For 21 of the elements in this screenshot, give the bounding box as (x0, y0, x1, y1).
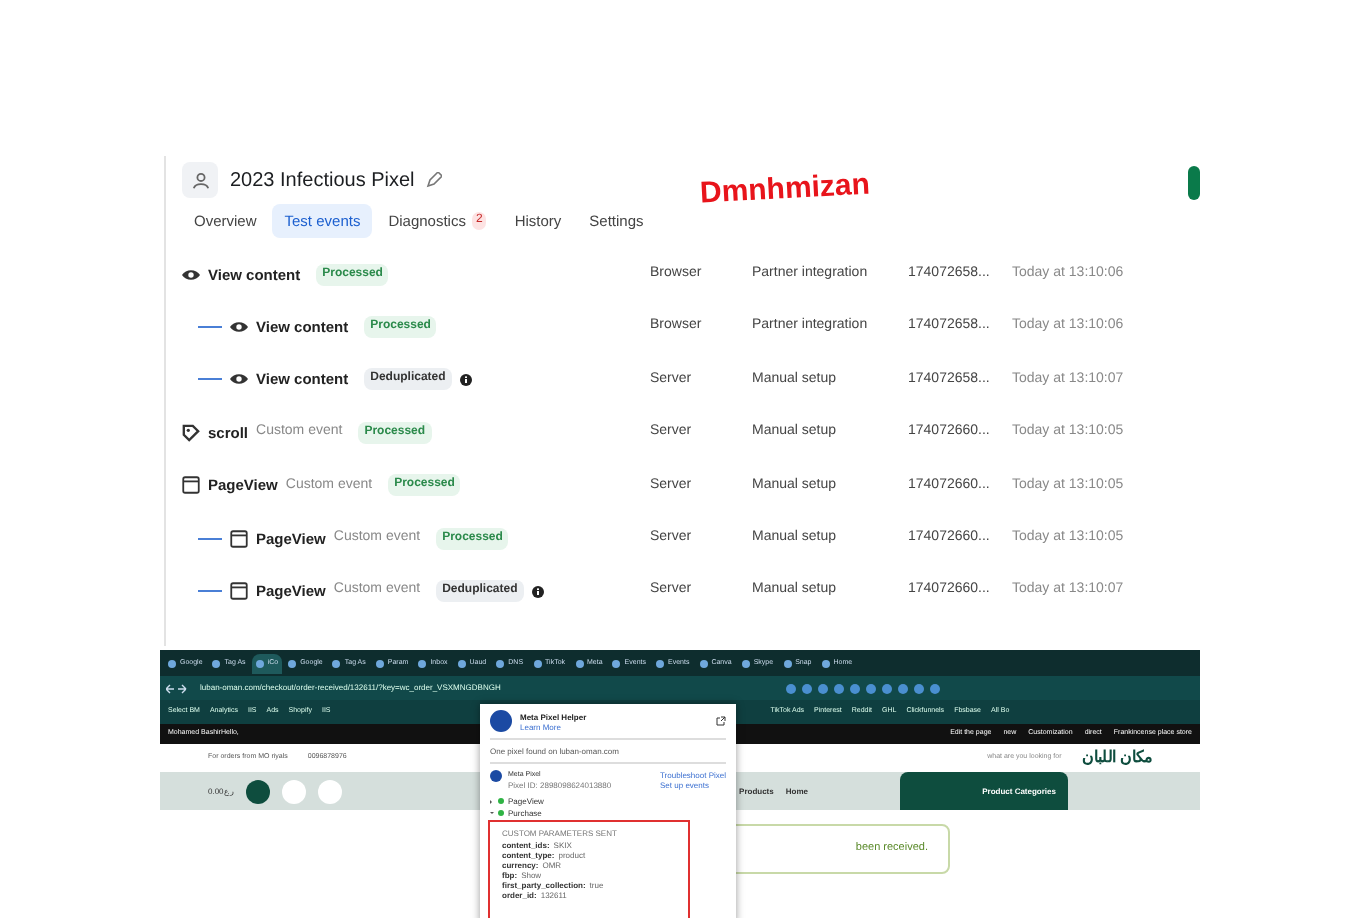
external-link-icon[interactable] (716, 716, 726, 726)
pixel-title: 2023 Infectious Pixel (230, 167, 415, 195)
pixel-icon (191, 171, 209, 189)
info-icon (459, 373, 472, 386)
overlay-text: Dmnhmizan (698, 165, 872, 215)
tag-icon (182, 423, 200, 442)
window-icon (230, 582, 248, 601)
window-icon (230, 529, 248, 548)
tree-connector (198, 590, 222, 593)
side-marker (1188, 166, 1200, 200)
tree-connector (198, 378, 222, 381)
pixel-avatar-icon (490, 770, 502, 782)
eye-icon (230, 372, 248, 387)
site-logo: مكان اللبان (1081, 746, 1152, 770)
pencil-icon[interactable] (426, 172, 443, 188)
window-icon (182, 476, 200, 495)
eye-icon (182, 267, 200, 282)
tree-connector (198, 537, 222, 540)
eye-icon (230, 320, 248, 335)
info-icon (531, 585, 544, 598)
tree-connector (198, 326, 222, 329)
